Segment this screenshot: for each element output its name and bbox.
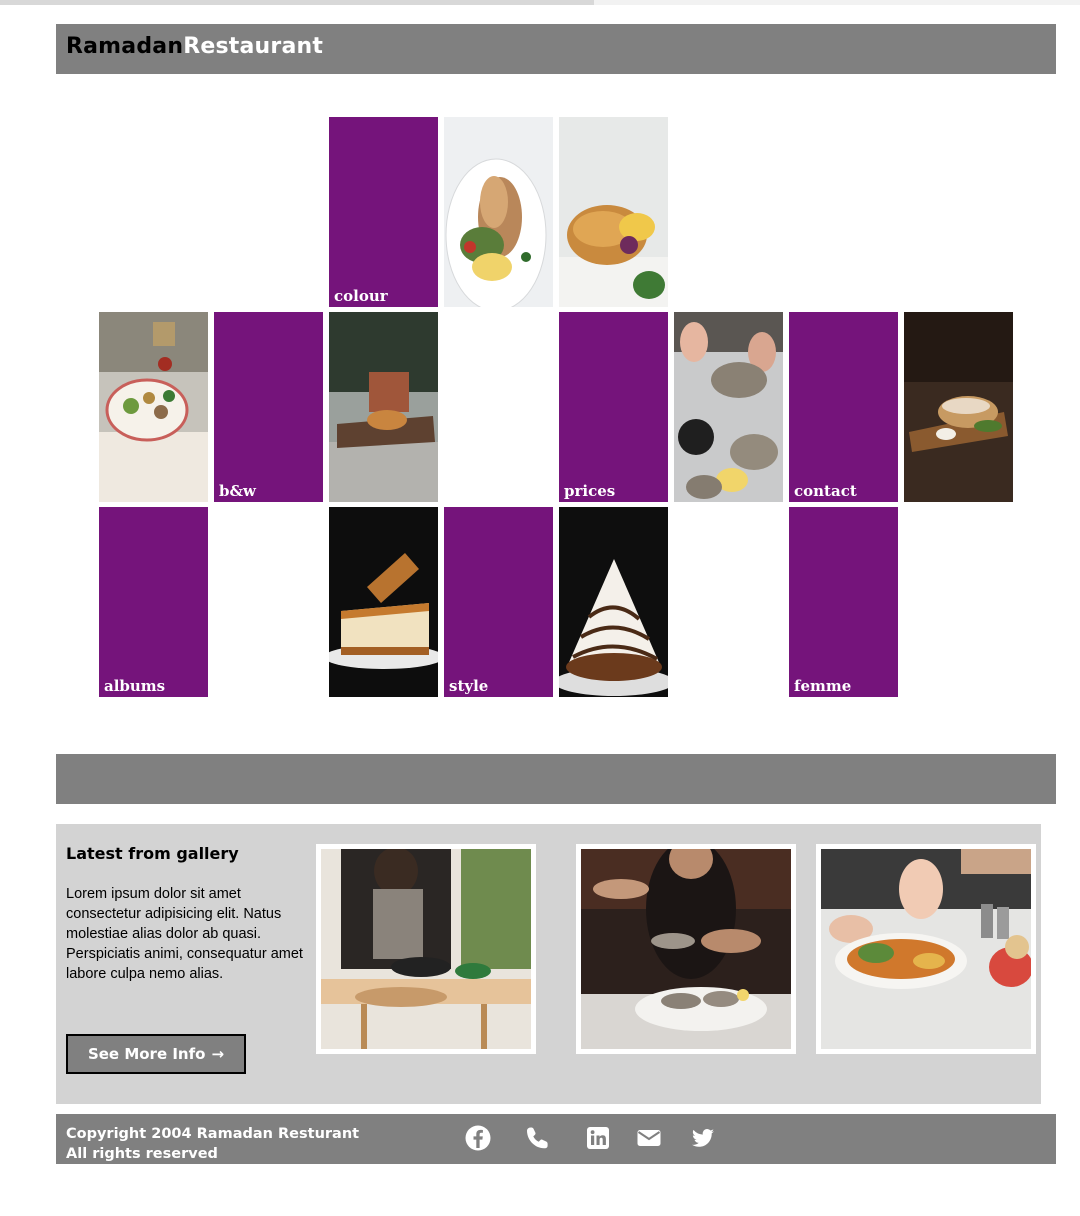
see-more-label: See More Info (87, 1045, 206, 1063)
linkedin-icon[interactable] (584, 1124, 612, 1152)
tile-label: albums (104, 677, 166, 695)
brand-part-restaurant: Restaurant (183, 34, 324, 59)
photo-oysters (674, 312, 783, 502)
brand-logo[interactable]: RamadanRestaurant (66, 34, 323, 59)
photo-sandwich-board (904, 312, 1013, 502)
copyright-line-2: All rights reserved (66, 1146, 218, 1162)
photo-chocolate-dessert (559, 507, 668, 697)
site-footer: Copyright 2004 Ramadan Resturant All rig… (56, 1114, 1056, 1164)
copyright-line-1: Copyright 2004 Ramadan Resturant (66, 1126, 360, 1142)
tile-colour[interactable]: colour (329, 117, 438, 307)
tile-label: prices (564, 482, 616, 500)
tile-femme[interactable]: femme (789, 507, 898, 697)
copyright-text: Copyright 2004 Ramadan Resturant All rig… (66, 1124, 359, 1164)
tile-albums[interactable]: albums (99, 507, 208, 697)
tile-contact[interactable]: contact (789, 312, 898, 502)
browser-progress-bar (0, 0, 1080, 5)
tile-bw[interactable]: b&w (214, 312, 323, 502)
tile-label: contact (794, 482, 857, 500)
tile-style[interactable]: style (444, 507, 553, 697)
brand-part-ramadan: Ramadan (66, 34, 184, 59)
gallery-image-oyster-lady[interactable] (576, 844, 796, 1054)
gallery-image-cooking[interactable] (316, 844, 536, 1054)
phone-icon[interactable] (524, 1124, 552, 1152)
latest-gallery-section: Latest from gallery Lorem ipsum dolor si… (56, 824, 1041, 1104)
gallery-description: Lorem ipsum dolor sit amet consectetur a… (66, 886, 303, 982)
photo-table-spread (99, 312, 208, 502)
tile-label: style (449, 677, 489, 695)
tile-label: colour (334, 287, 388, 305)
section-divider-bar (56, 754, 1056, 804)
gallery-image-plate-hands[interactable] (816, 844, 1036, 1054)
photo-breakfast-plate (444, 117, 553, 307)
facebook-icon[interactable] (464, 1124, 492, 1152)
tile-prices[interactable]: prices (559, 312, 668, 502)
tile-label: femme (794, 677, 852, 695)
photo-croissant-tray (329, 312, 438, 502)
photo-cheesecake (329, 507, 438, 697)
site-header: RamadanRestaurant (56, 24, 1056, 74)
photo-croissant-sandwich (559, 117, 668, 307)
gallery-title: Latest from gallery (66, 844, 239, 863)
email-icon[interactable] (635, 1124, 663, 1152)
arrow-right-icon: → (211, 1045, 225, 1063)
tile-label: b&w (219, 482, 256, 500)
twitter-icon[interactable] (689, 1124, 717, 1152)
see-more-info-button[interactable]: See More Info → (66, 1034, 246, 1074)
